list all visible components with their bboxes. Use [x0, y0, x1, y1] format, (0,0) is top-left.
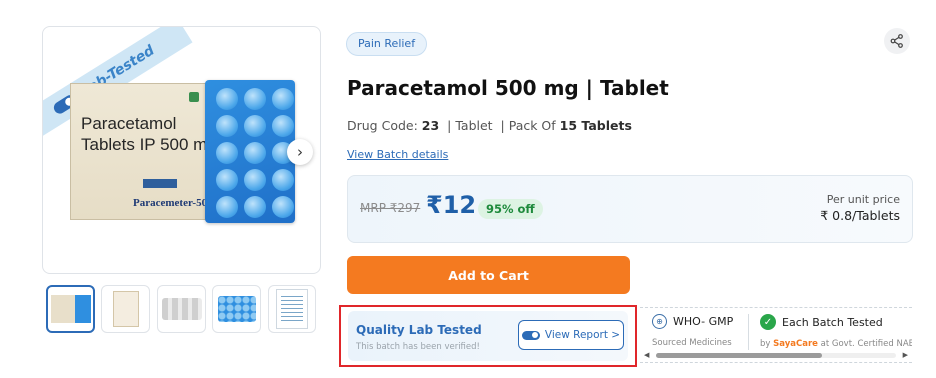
quality-lab-title: Quality Lab Tested — [356, 323, 482, 337]
drug-code-label: Drug Code: — [347, 118, 418, 133]
add-to-cart-button[interactable]: Add to Cart — [347, 256, 630, 294]
quality-lab-card: Quality Lab Tested This batch has been v… — [339, 305, 637, 367]
scroll-left-arrow-icon[interactable]: ◀ — [644, 351, 649, 359]
thumbnail-2[interactable] — [101, 285, 150, 333]
tablet — [216, 115, 238, 137]
badge-divider — [748, 314, 749, 350]
scroll-right-arrow-icon[interactable]: ▶ — [903, 351, 908, 359]
badges-scrollbar[interactable]: ◀ ▶ — [642, 350, 910, 360]
tablet — [244, 115, 266, 137]
subtitle-prefix: by — [760, 339, 771, 349]
tablet — [244, 196, 266, 218]
who-gmp-title: WHO- GMP — [673, 315, 734, 328]
batch-tested-badge: ✓ Each Batch Tested by SayaCare at Govt.… — [760, 314, 912, 349]
globe-icon: ⊕ — [652, 314, 667, 329]
toggle-icon — [521, 330, 540, 340]
product-main-image[interactable]: Lab-Tested Paracetamol Tablets IP 500 mg… — [42, 26, 321, 274]
chevron-right-icon: › — [297, 143, 303, 161]
quality-lab-inner: Quality Lab Tested This batch has been v… — [348, 311, 628, 361]
pack-value: 15 Tablets — [559, 118, 632, 133]
tablet — [272, 196, 294, 218]
next-image-button[interactable]: › — [287, 139, 313, 165]
scroll-thumb[interactable] — [656, 353, 822, 358]
box-text-line2: Tablets IP 500 mg — [81, 135, 217, 154]
subtitle-suffix: at Govt. Certified NABL — [820, 339, 912, 349]
product-specs: Drug Code: 23 | Tablet | Pack Of 15 Tabl… — [347, 118, 632, 133]
batch-tested-subtitle: by SayaCare at Govt. Certified NABL — [760, 339, 912, 349]
box-label-strip — [143, 179, 177, 188]
tablet — [272, 115, 294, 137]
sheet-thumbnail-icon — [112, 291, 139, 327]
tablet — [244, 169, 266, 191]
selling-price: ₹12 — [426, 191, 477, 219]
form-label: | Tablet — [447, 118, 493, 133]
box-thumbnail-icon — [50, 295, 91, 323]
scroll-track[interactable] — [656, 353, 896, 358]
unit-price-value: ₹ 0.8/Tablets — [820, 208, 900, 223]
box-text-line1: Paracetamol — [81, 114, 177, 133]
thumbnail-4[interactable] — [212, 285, 261, 333]
share-icon — [890, 34, 903, 48]
share-button[interactable] — [884, 28, 910, 54]
check-icon: ✓ — [760, 314, 776, 330]
thumbnail-1[interactable] — [46, 285, 95, 333]
who-gmp-badge: ⊕ WHO- GMP Sourced Medicines — [652, 314, 733, 348]
who-gmp-subtitle: Sourced Medicines — [652, 338, 732, 348]
tablet — [244, 142, 266, 164]
tablet — [216, 142, 238, 164]
pack-label: | Pack Of — [500, 118, 556, 133]
blister-pack — [205, 80, 295, 223]
view-report-label: View Report > — [544, 329, 621, 341]
thumbnail-5[interactable] — [268, 285, 316, 333]
price-card: MRP ₹297 ₹12 95% off Per unit price ₹ 0.… — [347, 175, 913, 243]
brand-logo-icon — [189, 92, 199, 102]
tablet — [216, 88, 238, 110]
view-batch-details-link[interactable]: View Batch details — [347, 148, 448, 161]
tablet — [272, 88, 294, 110]
tablet — [272, 169, 294, 191]
sayacare-brand: SayaCare — [773, 339, 818, 349]
tablet — [216, 169, 238, 191]
blister-thumbnail-icon — [217, 296, 256, 322]
discount-badge: 95% off — [478, 199, 543, 219]
batch-tested-title: Each Batch Tested — [782, 315, 883, 329]
drug-code-value: 23 — [421, 118, 440, 133]
thumbnail-3[interactable] — [157, 285, 206, 333]
document-thumbnail-icon — [276, 289, 308, 329]
quality-lab-subtitle: This batch has been verified! — [356, 342, 480, 352]
mrp-price: MRP ₹297 — [360, 201, 421, 215]
category-tag[interactable]: Pain Relief — [346, 32, 428, 56]
product-title: Paracetamol 500 mg | Tablet — [347, 76, 669, 100]
tablet — [244, 88, 266, 110]
strip-thumbnail-icon — [161, 298, 202, 320]
view-report-button[interactable]: View Report > — [518, 320, 624, 350]
unit-price-label: Per unit price — [826, 193, 900, 206]
tablet — [216, 196, 238, 218]
box-brand-name: Paracemeter-500 — [133, 197, 213, 209]
